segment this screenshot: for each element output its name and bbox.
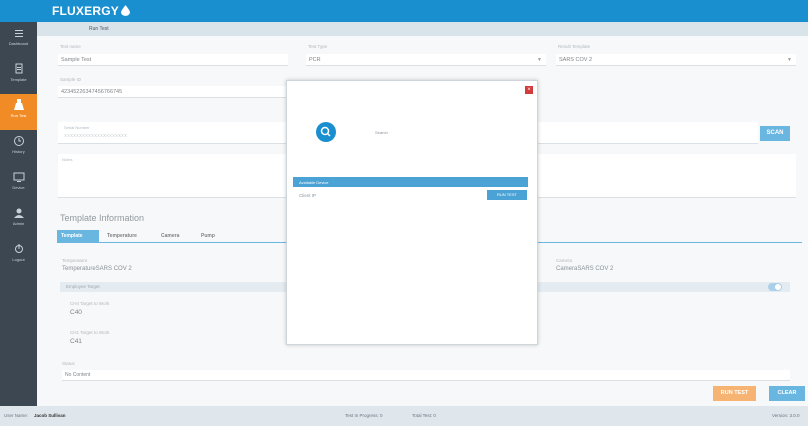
sidebar-item-run-test[interactable]: Run Test (0, 94, 37, 130)
sidebar-item-history[interactable]: History (0, 130, 37, 166)
page-subheader: Run Test (37, 22, 808, 36)
device-search-modal: × Search Available Device Client IP RUN … (286, 80, 538, 345)
sidebar-item-label: Run Test (10, 113, 27, 118)
sidebar-item-label: Dashboard (8, 41, 29, 46)
drop-icon (120, 5, 130, 16)
monitor-icon (13, 172, 24, 182)
modal-run-test-button[interactable]: RUN TEST (487, 190, 527, 200)
sidebar-item-dashboard[interactable]: Dashboard (0, 22, 37, 58)
sidebar-item-template[interactable]: Template (0, 58, 37, 94)
tests-in-progress: Test In Progress: 0 (345, 413, 383, 418)
document-icon (15, 63, 22, 74)
close-icon[interactable]: × (525, 86, 533, 94)
sidebar-item-admin[interactable]: Admin (0, 202, 37, 238)
sidebar-item-label: History (12, 149, 25, 154)
menu-icon (14, 30, 23, 37)
status-bar: User Name: Jacob Sullivan Test In Progre… (0, 406, 808, 426)
sidebar-item-label: Logout (12, 257, 25, 262)
app-name: FLUXERGY (52, 4, 119, 18)
user-name-label: User Name: (4, 413, 29, 418)
person-icon (13, 208, 24, 218)
sidebar-item-label: Admin (12, 221, 25, 226)
sidebar: Dashboard Template Run Test History Devi… (0, 22, 37, 406)
sidebar-item-label: Device (12, 185, 25, 190)
flask-icon (13, 99, 24, 110)
clock-icon (13, 136, 24, 146)
client-ip-label: Client IP (299, 193, 317, 198)
power-icon (14, 244, 23, 253)
search-button[interactable] (316, 122, 336, 142)
top-bar: FLUXERGY (0, 0, 808, 22)
total-tests: Total Test: 0 (412, 413, 436, 418)
sidebar-item-device[interactable]: Device (0, 166, 37, 202)
sidebar-item-label: Template (10, 77, 27, 82)
search-icon (320, 126, 331, 137)
search-label: Search (375, 130, 388, 135)
app-logo: FLUXERGY (52, 4, 130, 18)
available-device-header: Available Device (293, 177, 528, 187)
sidebar-item-logout[interactable]: Logout (0, 238, 37, 274)
app-version: Version: 3.0.0 (772, 413, 800, 418)
user-name-value: Jacob Sullivan (34, 413, 66, 418)
list-item: Client IP RUN TEST (293, 189, 528, 201)
page-title: Run Test (89, 26, 109, 32)
